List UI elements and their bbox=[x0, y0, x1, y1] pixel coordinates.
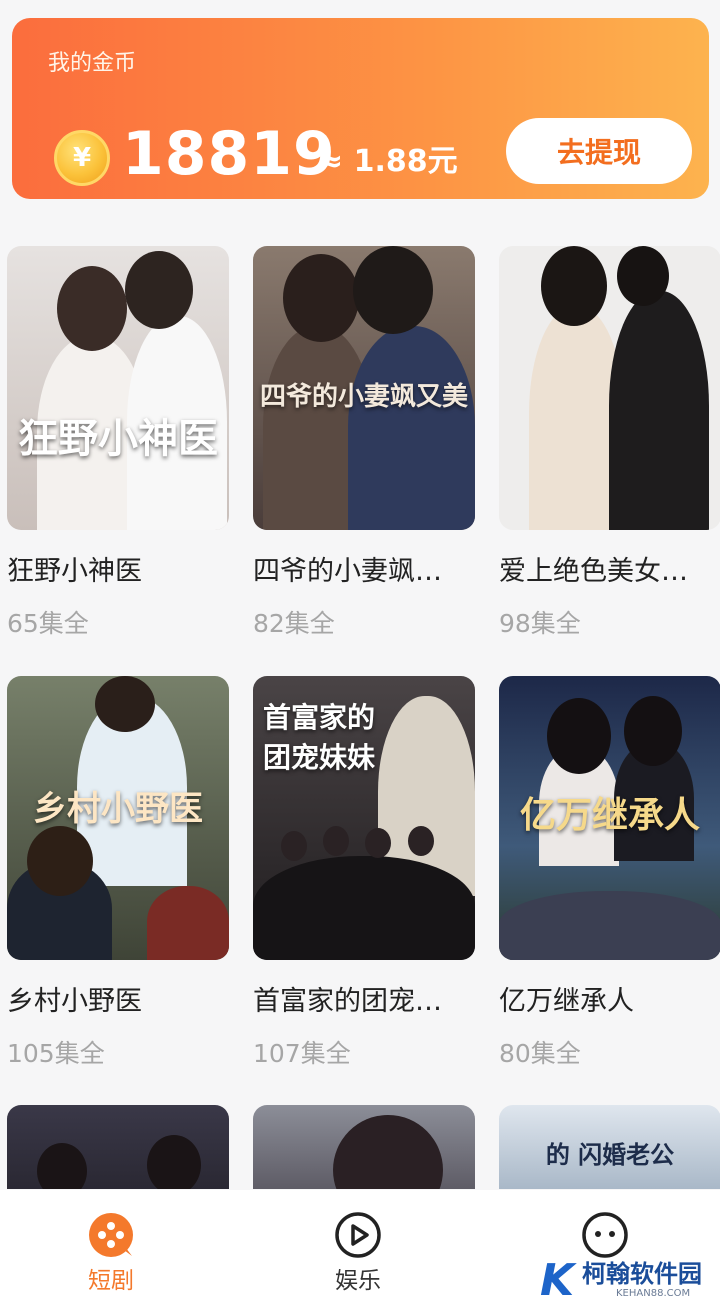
poster-title: 乡村小野医 bbox=[33, 789, 203, 829]
watermark-logo: K 柯翰软件园 KEHAN88.COM bbox=[540, 1258, 710, 1304]
watermark-text: 柯翰软件园 bbox=[582, 1260, 702, 1288]
poster-title: 的 闪婚老公 bbox=[545, 1140, 675, 1169]
drama-episodes: 65集全 bbox=[7, 609, 89, 638]
coin-icon: ¥ bbox=[54, 130, 110, 186]
withdraw-button[interactable]: 去提现 bbox=[506, 118, 692, 184]
drama-card[interactable]: 首富家的团宠妹妹 首富家的团宠… 107集全 bbox=[253, 676, 475, 1076]
play-icon bbox=[335, 1212, 381, 1258]
poster-title: 亿万继承人 bbox=[519, 794, 700, 836]
poster-title: 首富家的团宠妹妹 bbox=[263, 701, 376, 774]
face-icon bbox=[582, 1212, 628, 1258]
drama-poster[interactable] bbox=[253, 1105, 475, 1189]
nav-label: 短剧 bbox=[88, 1268, 134, 1294]
drama-episodes: 80集全 bbox=[499, 1039, 581, 1068]
drama-card[interactable]: 乡村小野医 乡村小野医 105集全 bbox=[7, 676, 229, 1076]
drama-episodes: 105集全 bbox=[7, 1039, 105, 1068]
drama-episodes: 98集全 bbox=[499, 609, 581, 638]
drama-poster[interactable]: 狂野小神医 bbox=[7, 246, 229, 530]
drama-card[interactable]: 四爷的小妻飒又美 四爷的小妻飒… 82集全 bbox=[253, 246, 475, 646]
drama-card[interactable]: 爱上绝色美女… 98集全 bbox=[499, 246, 720, 646]
drama-card[interactable]: 狂野小神医 狂野小神医 65集全 bbox=[7, 246, 229, 646]
drama-title: 首富家的团宠… bbox=[253, 986, 442, 1017]
drama-poster[interactable]: 的 闪婚老公 bbox=[499, 1105, 720, 1189]
coin-approx-value: ≈ 1.88元 bbox=[318, 144, 458, 179]
watermark-letter: K bbox=[540, 1255, 575, 1306]
coin-card: 我的金币 ¥ 18819 ≈ 1.88元 去提现 bbox=[12, 18, 709, 199]
drama-poster[interactable]: 四爷的小妻飒又美 bbox=[253, 246, 475, 530]
drama-title: 乡村小野医 bbox=[7, 986, 142, 1017]
drama-card[interactable]: 亿万继承人 亿万继承人 80集全 bbox=[499, 676, 720, 1076]
nav-item-drama[interactable]: 短剧 bbox=[51, 1210, 171, 1296]
drama-episodes: 107集全 bbox=[253, 1039, 351, 1068]
drama-title: 四爷的小妻飒… bbox=[253, 556, 442, 587]
poster-title: 狂野小神医 bbox=[18, 415, 218, 462]
nav-item-profile[interactable] bbox=[545, 1210, 665, 1260]
drama-poster[interactable]: 首富家的团宠妹妹 bbox=[253, 676, 475, 960]
drama-title: 亿万继承人 bbox=[499, 986, 634, 1017]
drama-icon bbox=[89, 1213, 133, 1257]
drama-title: 狂野小神医 bbox=[7, 556, 142, 587]
drama-poster[interactable] bbox=[499, 246, 720, 530]
poster-title: 四爷的小妻飒又美 bbox=[259, 382, 468, 412]
drama-title: 爱上绝色美女… bbox=[499, 556, 688, 587]
drama-episodes: 82集全 bbox=[253, 609, 335, 638]
watermark-subtext: KEHAN88.COM bbox=[616, 1288, 691, 1299]
nav-label: 娱乐 bbox=[335, 1268, 381, 1294]
coin-amount: 18819 bbox=[122, 119, 336, 189]
drama-poster[interactable] bbox=[7, 1105, 229, 1189]
nav-item-entertainment[interactable]: 娱乐 bbox=[298, 1210, 418, 1296]
drama-poster[interactable]: 亿万继承人 bbox=[499, 676, 720, 960]
drama-poster[interactable]: 乡村小野医 bbox=[7, 676, 229, 960]
coin-card-label: 我的金币 bbox=[48, 51, 137, 76]
